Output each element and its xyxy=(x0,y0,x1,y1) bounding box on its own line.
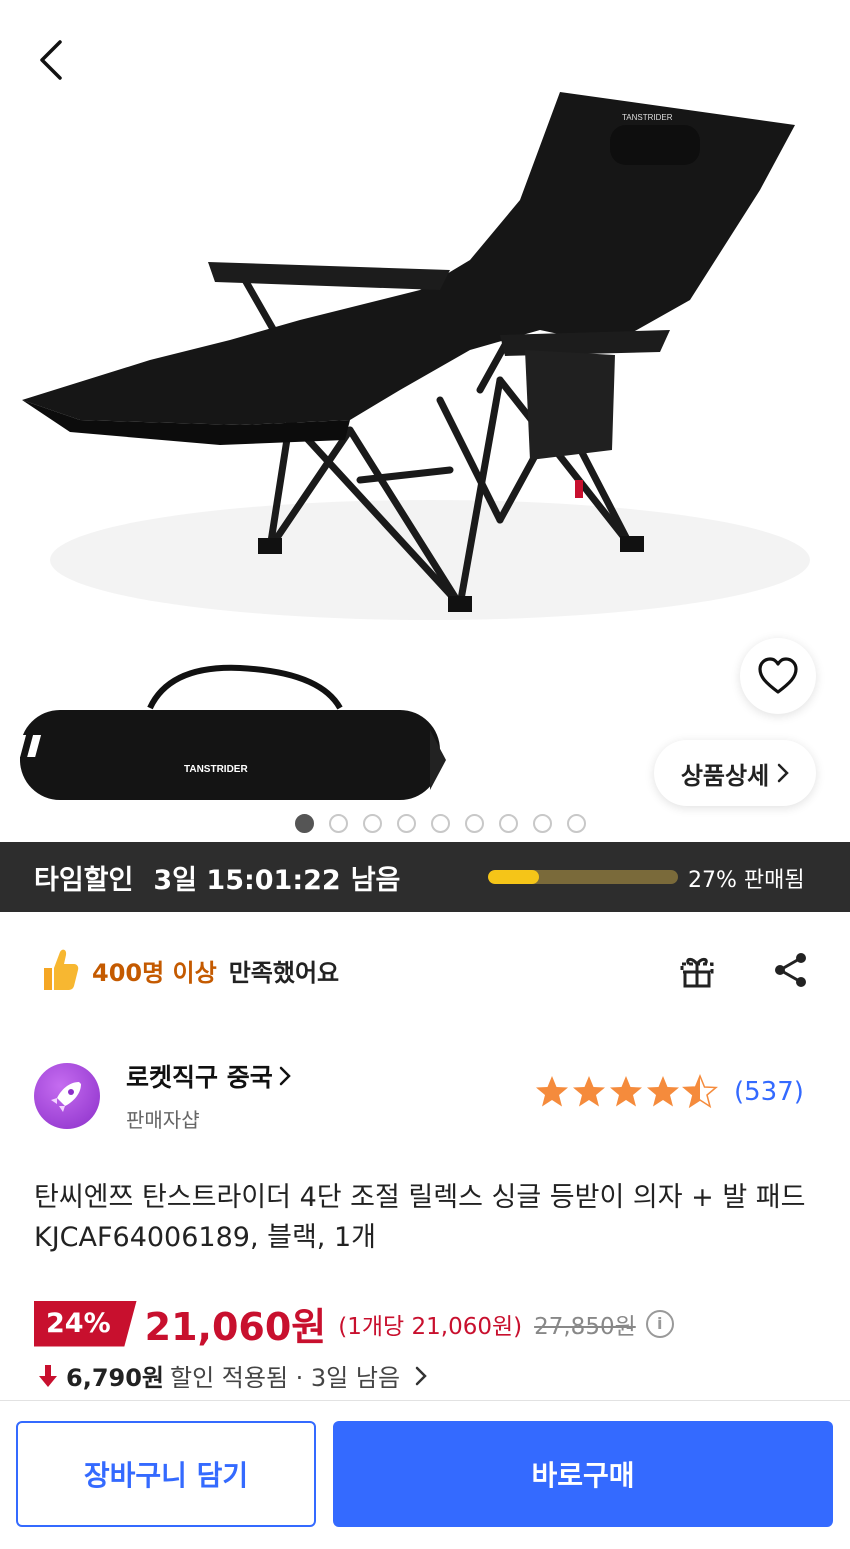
heart-icon xyxy=(758,657,798,694)
sales-progress-bar xyxy=(488,870,678,884)
info-icon[interactable]: i xyxy=(645,1309,674,1338)
carousel-dot[interactable] xyxy=(532,814,552,833)
discount-badge: 24% xyxy=(34,1300,137,1347)
wishlist-button[interactable] xyxy=(740,638,816,714)
chevron-right-icon xyxy=(777,763,789,783)
coupon-amount: 6,790원 xyxy=(66,1364,164,1392)
review-count[interactable]: (537) xyxy=(734,1077,804,1107)
carousel-dot[interactable] xyxy=(566,814,586,833)
add-to-cart-button[interactable]: 장바구니 담기 xyxy=(16,1421,316,1527)
sales-progress-fill xyxy=(488,870,540,884)
chevron-right-icon xyxy=(279,1066,291,1086)
product-image-carousel[interactable]: TANSTRIDER TANSTRIDER 상품상세 xyxy=(0,0,850,842)
seller-avatar xyxy=(34,1062,100,1129)
product-detail-button[interactable]: 상품상세 xyxy=(654,740,816,806)
coupon-text: 할인 적용됨 · 3일 남음 xyxy=(170,1364,401,1392)
carousel-dot[interactable] xyxy=(430,814,450,833)
sale-price: 21,060원 xyxy=(144,1305,327,1349)
time-sale-countdown: 3일 15:01:22 xyxy=(153,864,341,896)
buy-now-button[interactable]: 바로구매 xyxy=(333,1421,833,1527)
carousel-dot[interactable] xyxy=(362,814,382,833)
seller-info[interactable]: 로켓직구 중국 판매자샵 xyxy=(34,1058,291,1133)
carousel-dot[interactable] xyxy=(396,814,416,833)
sold-percent-text: 27% 판매됨 xyxy=(688,868,805,893)
chevron-right-icon xyxy=(415,1366,427,1385)
satisfaction-text: 만족했어요 xyxy=(228,958,340,987)
product-photo: TANSTRIDER TANSTRIDER xyxy=(0,92,810,800)
price-row: 24% 21,060원 (1개당 21,060원) 27,850원 i xyxy=(34,1296,674,1351)
carousel-dot[interactable] xyxy=(464,814,484,833)
seller-name[interactable]: 로켓직구 중국 xyxy=(126,1058,273,1094)
carousel-dot[interactable] xyxy=(328,814,348,833)
product-rating[interactable]: (537) xyxy=(534,1072,804,1112)
coupon-discount-row[interactable]: 6,790원 할인 적용됨 · 3일 남음 xyxy=(36,1358,428,1393)
svg-text:TANSTRIDER: TANSTRIDER xyxy=(622,113,673,122)
satisfaction-badge: 400명 이상 만족했어요 xyxy=(36,940,339,1000)
seller-shop-label: 판매자샵 xyxy=(126,1108,200,1132)
gift-icon xyxy=(680,957,714,988)
arrow-down-icon xyxy=(39,1364,57,1387)
carousel-pagination xyxy=(0,814,850,833)
carousel-dot[interactable] xyxy=(294,814,314,833)
product-title: 탄씨엔쯔 탄스트라이더 4단 조절 릴렉스 싱글 등받이 의자 + 발 패드 K… xyxy=(34,1182,806,1253)
time-sale-banner: 타임할인 3일 15:01:22 남음 27% 판매됨 xyxy=(0,842,850,912)
product-detail-label: 상품상세 xyxy=(680,761,770,790)
unit-price: (1개당 21,060원) xyxy=(338,1313,523,1340)
gift-button[interactable] xyxy=(672,945,722,995)
carousel-dot[interactable] xyxy=(498,814,518,833)
share-button[interactable] xyxy=(766,945,816,995)
time-sale-label: 타임할인 xyxy=(34,864,134,896)
share-icon xyxy=(775,953,806,987)
star-rating-icons xyxy=(536,1075,717,1108)
chevron-left-icon xyxy=(40,40,62,80)
satisfaction-count: 400명 이상 xyxy=(92,958,217,987)
bottom-action-bar: 장바구니 담기 바로구매 xyxy=(0,1400,850,1549)
rocket-icon xyxy=(51,1081,81,1112)
original-price: 27,850원 xyxy=(534,1313,636,1340)
back-button[interactable] xyxy=(26,30,76,90)
thumbs-up-icon xyxy=(44,949,79,990)
svg-text:TANSTRIDER: TANSTRIDER xyxy=(184,764,248,775)
time-sale-remaining: 남음 xyxy=(350,864,401,896)
